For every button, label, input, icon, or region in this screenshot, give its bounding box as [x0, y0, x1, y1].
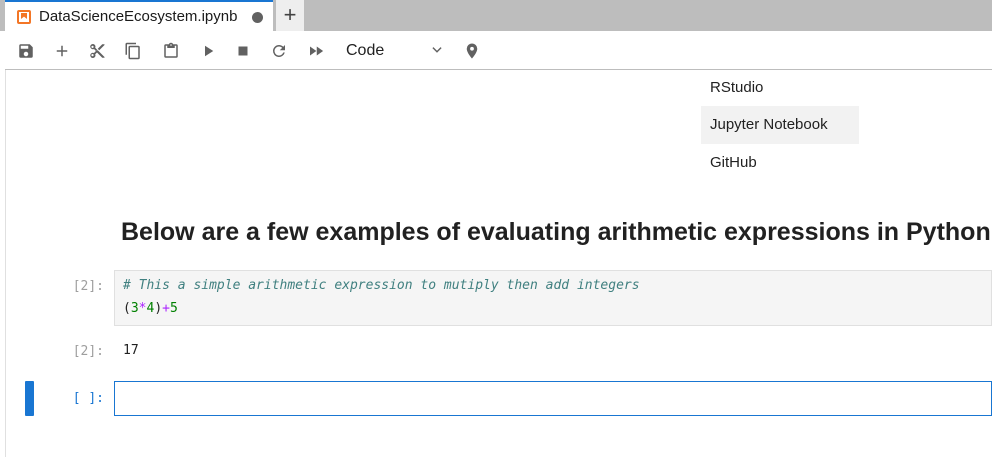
code-token: 3: [130, 301, 139, 316]
location-pin-icon: [466, 43, 478, 58]
markdown-heading: Below are a few examples of evaluating a…: [121, 218, 991, 246]
code-token: 5: [169, 301, 178, 316]
new-tab-button[interactable]: +: [276, 0, 304, 31]
paste-button[interactable]: [153, 31, 189, 70]
pin-button[interactable]: [454, 31, 490, 70]
cell-output: 17: [123, 343, 139, 358]
cut-icon: [90, 43, 105, 58]
code-cell-editor[interactable]: # This a simple arithmetic expression to…: [114, 270, 992, 326]
input-prompt: [ ]:: [72, 391, 104, 406]
cell-type-value: Code: [346, 42, 385, 59]
run-all-button[interactable]: [298, 31, 334, 70]
stop-icon: [238, 46, 248, 55]
run-button[interactable]: [190, 31, 226, 70]
fast-forward-icon: [310, 46, 324, 55]
code-token: ): [154, 301, 163, 316]
code-comment: # This a simple arithmetic expression to…: [123, 278, 640, 293]
restart-button[interactable]: [261, 31, 297, 70]
cell-type-select[interactable]: Code: [340, 40, 450, 62]
stop-button[interactable]: [225, 31, 261, 70]
save-button[interactable]: [8, 31, 44, 70]
tab-title: DataScienceEcosystem.ipynb: [39, 8, 238, 25]
empty-code-cell-editor[interactable]: [114, 381, 992, 416]
code-token: (: [123, 301, 131, 316]
paste-icon: [164, 42, 178, 58]
notebook-toolbar: Code: [5, 31, 992, 70]
copy-button[interactable]: [115, 31, 151, 70]
unsaved-dot-icon[interactable]: [252, 12, 263, 23]
copy-icon: [125, 42, 140, 59]
save-icon: [19, 43, 33, 58]
input-prompt: [2]:: [72, 279, 104, 294]
cut-button[interactable]: [79, 31, 115, 70]
list-item: RStudio: [710, 79, 764, 96]
tab-bar: DataScienceEcosystem.ipynb +: [0, 0, 992, 31]
list-item: Jupyter Notebook: [701, 106, 859, 144]
code-token: +: [162, 301, 170, 316]
output-prompt: [2]:: [72, 344, 104, 359]
chevron-down-icon: [432, 47, 442, 53]
list-item: GitHub: [710, 154, 757, 171]
run-icon: [205, 45, 214, 56]
add-cell-icon: [56, 45, 68, 56]
notebook-icon: [17, 10, 31, 24]
restart-icon: [272, 44, 285, 57]
add-cell-button[interactable]: [44, 31, 80, 70]
notebook-tab[interactable]: DataScienceEcosystem.ipynb: [5, 0, 273, 31]
code-expression: (3*4)+5: [123, 301, 178, 316]
